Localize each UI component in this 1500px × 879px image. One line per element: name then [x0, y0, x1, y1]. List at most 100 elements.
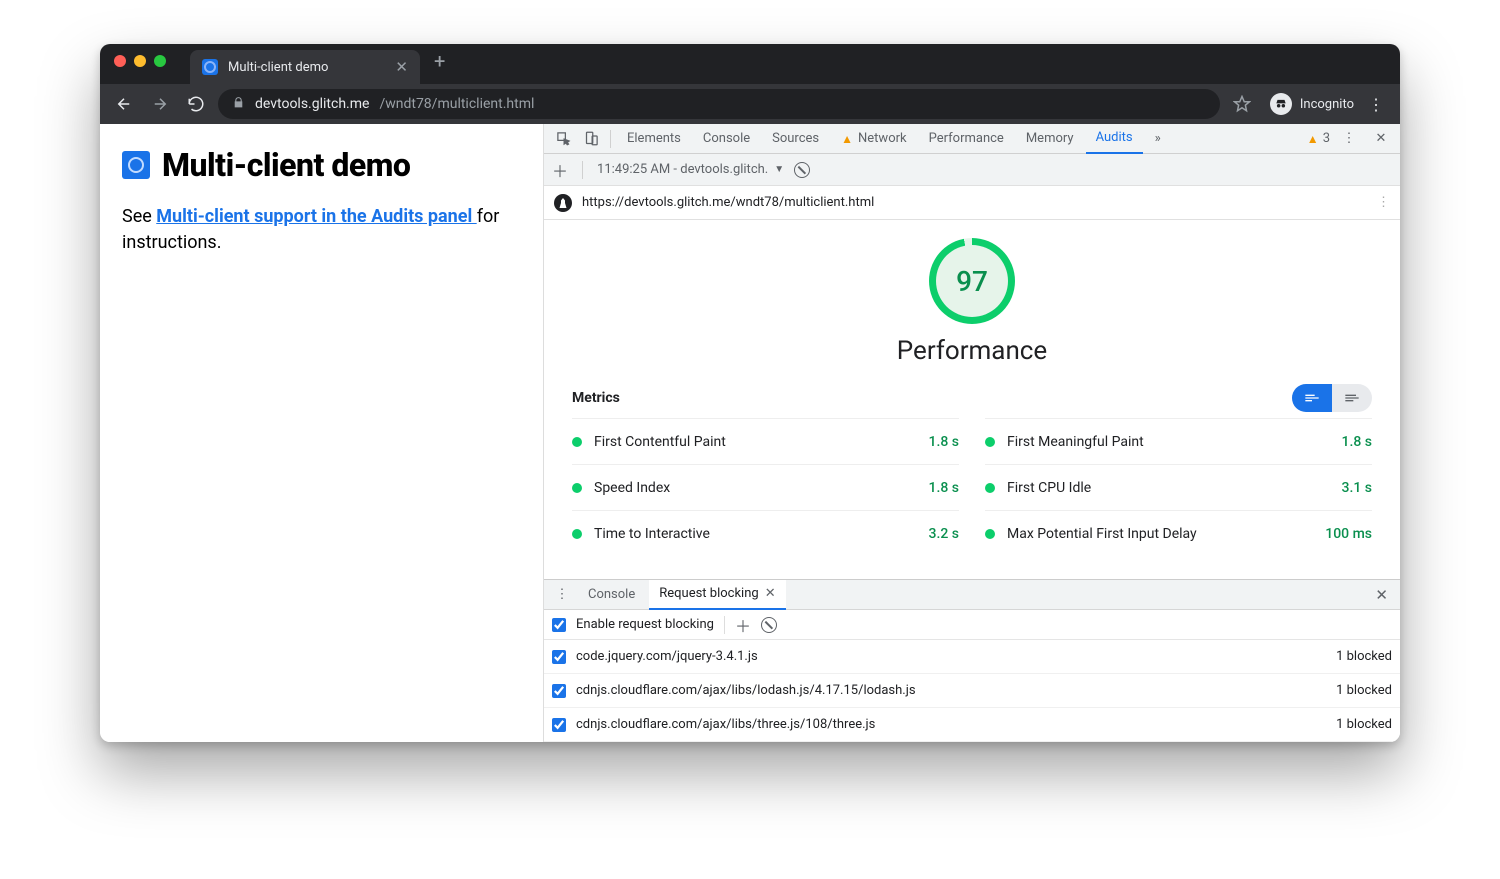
- content-area: Multi-client demo See Multi-client suppo…: [100, 124, 1400, 742]
- separator: [582, 161, 583, 179]
- enable-label: Enable request blocking: [576, 617, 714, 632]
- tab-network[interactable]: ▲ Network: [831, 124, 917, 154]
- url-path: /wndt78/multiclient.html: [379, 96, 534, 112]
- metric-row: Speed Index 1.8 s: [572, 464, 959, 510]
- tab-audits[interactable]: Audits: [1086, 124, 1143, 154]
- new-tab-button[interactable]: +: [434, 49, 445, 73]
- more-tabs-button[interactable]: »: [1145, 131, 1171, 146]
- tab-console[interactable]: Console: [693, 124, 760, 154]
- reload-button[interactable]: [182, 90, 210, 118]
- page-viewport: Multi-client demo See Multi-client suppo…: [100, 124, 544, 742]
- audit-url-menu-button[interactable]: ⋮: [1377, 195, 1390, 210]
- pattern-enabled-checkbox[interactable]: [552, 718, 566, 732]
- incognito-indicator: Incognito: [1270, 93, 1354, 115]
- metric-value: 3.1 s: [1342, 480, 1373, 496]
- blocked-pattern-row: cdnjs.cloudflare.com/ajax/libs/three.js/…: [544, 708, 1400, 742]
- status-dot-icon: [985, 483, 995, 493]
- view-toggle-expanded[interactable]: [1332, 384, 1372, 412]
- tab-memory[interactable]: Memory: [1016, 124, 1084, 154]
- pattern-count: 1 blocked: [1336, 683, 1392, 698]
- address-bar[interactable]: devtools.glitch.me/wndt78/multiclient.ht…: [218, 89, 1220, 119]
- close-drawer-tab-button[interactable]: ✕: [765, 586, 776, 601]
- close-window-button[interactable]: [114, 55, 126, 67]
- gauge-score: 97: [956, 265, 988, 298]
- pattern-enabled-checkbox[interactable]: [552, 650, 566, 664]
- tab-title: Multi-client demo: [228, 60, 328, 75]
- browser-window: Multi-client demo ✕ + devtools.glitch.me…: [100, 44, 1400, 742]
- pattern-text: code.jquery.com/jquery-3.4.1.js: [576, 649, 758, 664]
- pattern-count: 1 blocked: [1336, 717, 1392, 732]
- page-body-link[interactable]: Multi-client support in the Audits panel: [156, 206, 476, 227]
- metric-value: 1.8 s: [1342, 434, 1373, 450]
- status-dot-icon: [572, 437, 582, 447]
- page-body: See Multi-client support in the Audits p…: [122, 204, 521, 256]
- forward-button[interactable]: [146, 90, 174, 118]
- view-toggle-compact[interactable]: [1292, 384, 1332, 412]
- metric-row: Time to Interactive3.2 s: [572, 510, 959, 556]
- drawer-tab-console[interactable]: Console: [578, 580, 645, 610]
- device-toolbar-button[interactable]: [578, 131, 604, 146]
- metric-row: First CPU Idle3.1 s: [985, 464, 1372, 510]
- gauge-label: Performance: [897, 336, 1047, 366]
- status-dot-icon: [985, 437, 995, 447]
- lighthouse-icon: [554, 194, 572, 212]
- gauge-ring: 97: [929, 238, 1015, 324]
- inspect-element-button[interactable]: [550, 131, 576, 146]
- titlebar: Multi-client demo ✕ +: [100, 44, 1400, 84]
- blocked-patterns-list: code.jquery.com/jquery-3.4.1.js 1 blocke…: [544, 640, 1400, 742]
- warnings-badge[interactable]: ▲3: [1307, 131, 1330, 146]
- drawer-tab-request-blocking[interactable]: Request blocking ✕: [649, 580, 785, 610]
- pattern-count: 1 blocked: [1336, 649, 1392, 664]
- bookmark-star-button[interactable]: [1228, 90, 1256, 118]
- metrics-view-toggle: [1292, 384, 1372, 412]
- request-blocking-toolbar: Enable request blocking ＋: [544, 610, 1400, 640]
- new-audit-button[interactable]: ＋: [552, 158, 568, 182]
- devtools-settings-button[interactable]: ⋮: [1336, 131, 1362, 146]
- browser-menu-button[interactable]: ⋮: [1362, 90, 1390, 118]
- pattern-enabled-checkbox[interactable]: [552, 684, 566, 698]
- metric-label: Speed Index: [594, 480, 917, 496]
- close-tab-button[interactable]: ✕: [395, 58, 408, 76]
- drawer-menu-button[interactable]: ⋮: [550, 587, 574, 602]
- warning-count: 3: [1323, 131, 1330, 146]
- tab-elements[interactable]: Elements: [617, 124, 691, 154]
- drawer-tabstrip: ⋮ Console Request blocking ✕ ✕: [544, 580, 1400, 610]
- status-dot-icon: [572, 529, 582, 539]
- devtools-panel: Elements Console Sources ▲ Network Perfor…: [544, 124, 1400, 742]
- devtools-drawer: ⋮ Console Request blocking ✕ ✕ Enable re…: [544, 579, 1400, 742]
- metric-label: Time to Interactive: [594, 526, 917, 542]
- tab-network-label: Network: [858, 131, 907, 146]
- metric-label: Max Potential First Input Delay: [1007, 526, 1313, 542]
- drawer-tab-label: Request blocking: [659, 586, 758, 601]
- tab-sources[interactable]: Sources: [762, 124, 829, 154]
- add-pattern-button[interactable]: ＋: [735, 613, 751, 637]
- maximize-window-button[interactable]: [154, 55, 166, 67]
- incognito-icon: [1270, 93, 1292, 115]
- warning-icon: ▲: [841, 132, 853, 146]
- page-body-prefix: See: [122, 206, 156, 227]
- close-drawer-button[interactable]: ✕: [1369, 586, 1394, 604]
- clear-audits-button[interactable]: [794, 162, 810, 178]
- lock-icon: [232, 96, 245, 113]
- metric-value: 1.8 s: [929, 480, 960, 496]
- browser-tab[interactable]: Multi-client demo ✕: [190, 50, 420, 84]
- status-dot-icon: [985, 529, 995, 539]
- metric-row: Max Potential First Input Delay100 ms: [985, 510, 1372, 556]
- url-host: devtools.glitch.me: [255, 96, 369, 112]
- back-button[interactable]: [110, 90, 138, 118]
- remove-all-patterns-button[interactable]: [761, 617, 777, 633]
- page-title: Multi-client demo: [162, 146, 410, 184]
- audit-url: https://devtools.glitch.me/wndt78/multic…: [582, 195, 874, 210]
- tab-performance[interactable]: Performance: [919, 124, 1014, 154]
- blocked-pattern-row: cdnjs.cloudflare.com/ajax/libs/lodash.js…: [544, 674, 1400, 708]
- devtools-close-button[interactable]: ✕: [1368, 131, 1394, 146]
- separator: [724, 616, 725, 634]
- favicon-icon: [202, 59, 218, 75]
- page-logo-icon: [122, 151, 150, 179]
- minimize-window-button[interactable]: [134, 55, 146, 67]
- window-controls: [114, 55, 166, 67]
- audit-run-dropdown[interactable]: 11:49:25 AM - devtools.glitch. ▼: [597, 162, 784, 177]
- audit-run-label: 11:49:25 AM - devtools.glitch.: [597, 162, 768, 177]
- chevron-down-icon: ▼: [774, 164, 784, 175]
- enable-request-blocking-checkbox[interactable]: [552, 618, 566, 632]
